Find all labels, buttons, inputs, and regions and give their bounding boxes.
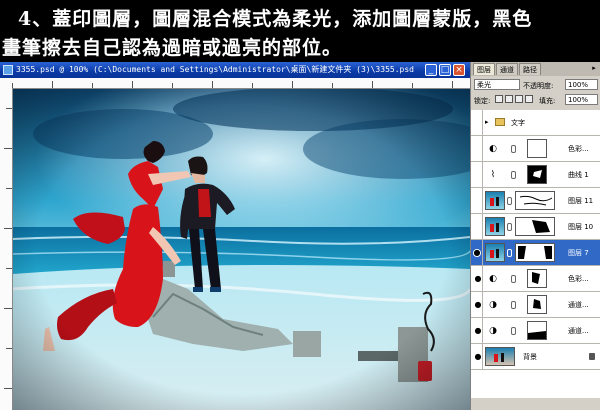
fill-label: 填充:: [539, 97, 556, 105]
layer-row[interactable]: ● ◐ 色彩...: [471, 266, 600, 292]
layer-thumbnail[interactable]: [485, 347, 515, 366]
link-icon: [507, 197, 512, 205]
layer-name: 色彩...: [568, 145, 589, 153]
lock-pixels-icon[interactable]: [505, 95, 513, 103]
layer-row[interactable]: 图层 11: [471, 188, 600, 214]
tab-layers[interactable]: 图层: [473, 63, 495, 75]
tab-paths[interactable]: 路径: [519, 63, 541, 75]
layer-name: 曲线 1: [568, 171, 589, 179]
layer-name: 通道...: [568, 301, 589, 309]
instruction-banner: 4、蓋印圖層，圖層混合模式為柔光，添加圖層蒙版，黑色 畫筆擦去自己認為過暗或過亮…: [0, 0, 600, 62]
lock-transparency-icon[interactable]: [495, 95, 503, 103]
visibility-toggle[interactable]: [472, 162, 483, 188]
layer-mask-thumbnail[interactable]: [515, 243, 555, 262]
link-icon: [511, 327, 516, 335]
link-icon: [511, 275, 516, 283]
document-title: 3355.psd @ 100% (C:\Documents and Settin…: [16, 65, 416, 74]
layer-mask-thumbnail[interactable]: [527, 139, 547, 158]
eye-icon: ●: [474, 352, 482, 361]
horizontal-ruler[interactable]: [12, 78, 470, 89]
vertical-ruler[interactable]: [0, 88, 13, 410]
eye-icon: ●: [474, 274, 482, 283]
lock-position-icon[interactable]: [515, 95, 523, 103]
blend-options-row: 柔光 不透明度: 100%: [471, 78, 600, 92]
layer-mask-thumbnail[interactable]: [527, 295, 547, 314]
visibility-toggle[interactable]: [472, 188, 483, 214]
layer-thumbnail[interactable]: [485, 191, 505, 210]
photoshop-doc-icon: [3, 65, 13, 75]
maximize-button[interactable]: □: [439, 64, 451, 76]
instruction-line-2: 畫筆擦去自己認為過暗或過亮的部位。: [2, 37, 343, 59]
eye-icon: ●: [474, 300, 482, 309]
blend-mode-select[interactable]: 柔光: [474, 79, 520, 90]
layer-row[interactable]: ⌇ 曲线 1: [471, 162, 600, 188]
curves-icon: ⌇: [490, 170, 496, 180]
layer-row[interactable]: 图层 10: [471, 214, 600, 240]
lock-row: 锁定: 填充: 100%: [471, 93, 600, 107]
panel-tabs: 图层 通道 路径 ▸: [471, 62, 600, 76]
document-window: 3355.psd @ 100% (C:\Documents and Settin…: [0, 62, 470, 410]
link-icon: [511, 301, 516, 309]
eye-icon: ●: [473, 248, 481, 257]
link-icon: [507, 249, 512, 257]
layer-row[interactable]: ▸ 文字: [471, 110, 600, 136]
eye-icon: ●: [474, 326, 482, 335]
lock-label: 锁定:: [474, 97, 491, 105]
panel-menu-icon[interactable]: ▸: [589, 63, 599, 73]
layer-row[interactable]: ◐ 色彩...: [471, 136, 600, 162]
visibility-toggle[interactable]: ●: [472, 240, 483, 266]
layer-mask-thumbnail[interactable]: [515, 191, 555, 210]
layer-mask-thumbnail[interactable]: [527, 269, 547, 288]
layer-name: 色彩...: [568, 275, 589, 283]
fill-input[interactable]: 100%: [565, 94, 598, 105]
layer-mask-thumbnail[interactable]: [515, 217, 555, 236]
image-canvas[interactable]: [13, 89, 470, 410]
visibility-toggle[interactable]: ●: [472, 292, 483, 318]
visibility-toggle[interactable]: [472, 214, 483, 240]
visibility-toggle[interactable]: ●: [472, 318, 483, 344]
expand-arrow-icon[interactable]: ▸: [485, 118, 489, 126]
minimize-button[interactable]: _: [425, 64, 437, 76]
link-icon: [511, 171, 516, 179]
visibility-toggle[interactable]: ●: [472, 344, 483, 370]
adjustment-layer-icon: ◐: [489, 144, 497, 154]
layer-name: 图层 11: [568, 197, 594, 205]
channel-mixer-icon: ◑: [489, 326, 497, 336]
opacity-input[interactable]: 100%: [565, 79, 598, 90]
ruler-corner[interactable]: [0, 78, 12, 88]
layer-thumbnail[interactable]: [485, 243, 505, 262]
lock-icon: [589, 353, 595, 360]
link-icon: [511, 145, 516, 153]
visibility-toggle[interactable]: ●: [472, 266, 483, 292]
folder-icon: [495, 118, 505, 126]
layers-panel: 图层 通道 路径 ▸ 柔光 不透明度: 100% 锁定: 填充: 100% ▸ …: [470, 62, 600, 410]
layer-row[interactable]: ● ◑ 通道...: [471, 318, 600, 344]
layer-mask-thumbnail[interactable]: [527, 321, 547, 340]
tab-channels[interactable]: 通道: [496, 63, 518, 75]
beach-couple-photo: [13, 89, 470, 410]
layer-name: 图层 7: [568, 249, 589, 257]
opacity-label: 不透明度:: [523, 82, 554, 90]
link-icon: [507, 223, 512, 231]
adjustment-layer-icon: ◐: [489, 274, 497, 284]
layer-name: 通道...: [568, 327, 589, 335]
document-titlebar[interactable]: 3355.psd @ 100% (C:\Documents and Settin…: [0, 62, 470, 78]
layer-row[interactable]: ● ◑ 通道...: [471, 292, 600, 318]
layers-list: ▸ 文字 ◐ 色彩... ⌇ 曲线 1 图层 11 图层 10 ● 图层 7 ●…: [471, 110, 600, 398]
layer-row-selected[interactable]: ● 图层 7: [471, 240, 600, 266]
layer-name: 图层 10: [568, 223, 594, 231]
lock-all-icon[interactable]: [525, 95, 533, 103]
visibility-toggle[interactable]: [472, 136, 483, 162]
layer-name: 背景: [523, 353, 537, 361]
layer-thumbnail[interactable]: [485, 217, 505, 236]
visibility-toggle[interactable]: [472, 110, 483, 136]
layer-name: 文字: [511, 119, 525, 127]
instruction-line-1: 4、蓋印圖層，圖層混合模式為柔光，添加圖層蒙版，黑色: [18, 8, 533, 30]
layer-mask-thumbnail[interactable]: [527, 165, 547, 184]
channel-mixer-icon: ◑: [489, 300, 497, 310]
layer-row[interactable]: ● 背景: [471, 344, 600, 370]
close-button[interactable]: ×: [453, 64, 465, 76]
